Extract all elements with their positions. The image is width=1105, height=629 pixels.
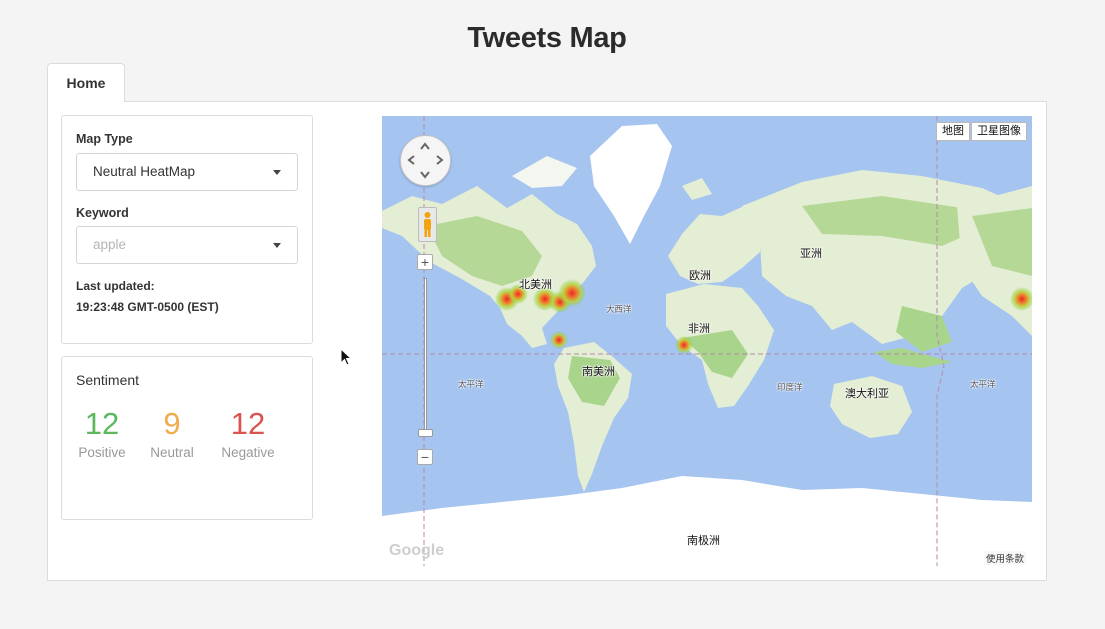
- pan-arrows-icon: [407, 142, 444, 179]
- neutral-stat: 9 Neutral: [146, 405, 198, 460]
- map-type-value: Neutral HeatMap: [93, 164, 196, 179]
- label-pacific-left: 太平洋: [458, 380, 484, 390]
- label-atlantic: 大西洋: [606, 305, 632, 315]
- keyword-label: Keyword: [76, 206, 129, 220]
- zoom-out-button[interactable]: −: [417, 449, 433, 465]
- keyword-placeholder: apple: [93, 237, 127, 252]
- map-type-label: Map Type: [76, 132, 133, 146]
- positive-stat: 12 Positive: [76, 405, 128, 460]
- neutral-count: 9: [163, 406, 181, 441]
- controls-panel: Map Type Neutral HeatMap Keyword apple L…: [61, 115, 313, 344]
- negative-label: Negative: [221, 445, 275, 460]
- world-map[interactable]: 北美洲 南美洲 欧洲 亚洲 非洲 澳大利亚 南极洲 大西洋 太平洋 太平洋 印度…: [382, 116, 1032, 566]
- page-title: Tweets Map: [467, 22, 627, 54]
- mouse-cursor-icon: [340, 348, 352, 366]
- positive-count: 12: [84, 406, 120, 441]
- label-asia: 亚洲: [800, 247, 822, 260]
- negative-count: 12: [230, 406, 266, 441]
- chevron-down-icon: [273, 170, 281, 175]
- sentiment-title: Sentiment: [76, 372, 140, 388]
- label-north-america: 北美洲: [519, 278, 552, 291]
- last-updated-value: 19:23:48 GMT-0500 (EST): [76, 300, 219, 314]
- tab-home[interactable]: Home: [47, 63, 125, 102]
- pan-control[interactable]: [400, 135, 451, 186]
- negative-stat: 12 Negative: [217, 405, 279, 460]
- keyword-select[interactable]: apple: [76, 226, 298, 264]
- neutral-label: Neutral: [150, 445, 194, 460]
- zoom-in-button[interactable]: +: [417, 254, 433, 270]
- label-africa: 非洲: [688, 322, 710, 335]
- label-south-america: 南美洲: [582, 365, 615, 378]
- label-australia: 澳大利亚: [845, 387, 889, 400]
- sentiment-panel: Sentiment 12 Positive 9 Neutral 12 Negat…: [61, 356, 313, 520]
- label-europe: 欧洲: [689, 269, 711, 282]
- zoom-slider-track[interactable]: [424, 278, 427, 436]
- street-view-pegman-icon[interactable]: [418, 207, 437, 242]
- last-updated-label: Last updated:: [76, 279, 155, 293]
- map-tiles: [382, 116, 1032, 566]
- map-type-satellite-button[interactable]: 卫星图像: [971, 122, 1027, 141]
- chevron-down-icon: [273, 243, 281, 248]
- label-pacific-right: 太平洋: [970, 380, 996, 390]
- map-type-map-button[interactable]: 地图: [936, 122, 970, 141]
- google-logo: Google: [389, 542, 445, 559]
- terms-link[interactable]: 使用条款: [983, 551, 1026, 565]
- label-indian-ocean: 印度洋: [777, 383, 803, 393]
- map-type-select[interactable]: Neutral HeatMap: [76, 153, 298, 191]
- label-antarctica: 南极洲: [687, 534, 720, 547]
- positive-label: Positive: [78, 445, 126, 460]
- zoom-slider-thumb[interactable]: [418, 429, 433, 437]
